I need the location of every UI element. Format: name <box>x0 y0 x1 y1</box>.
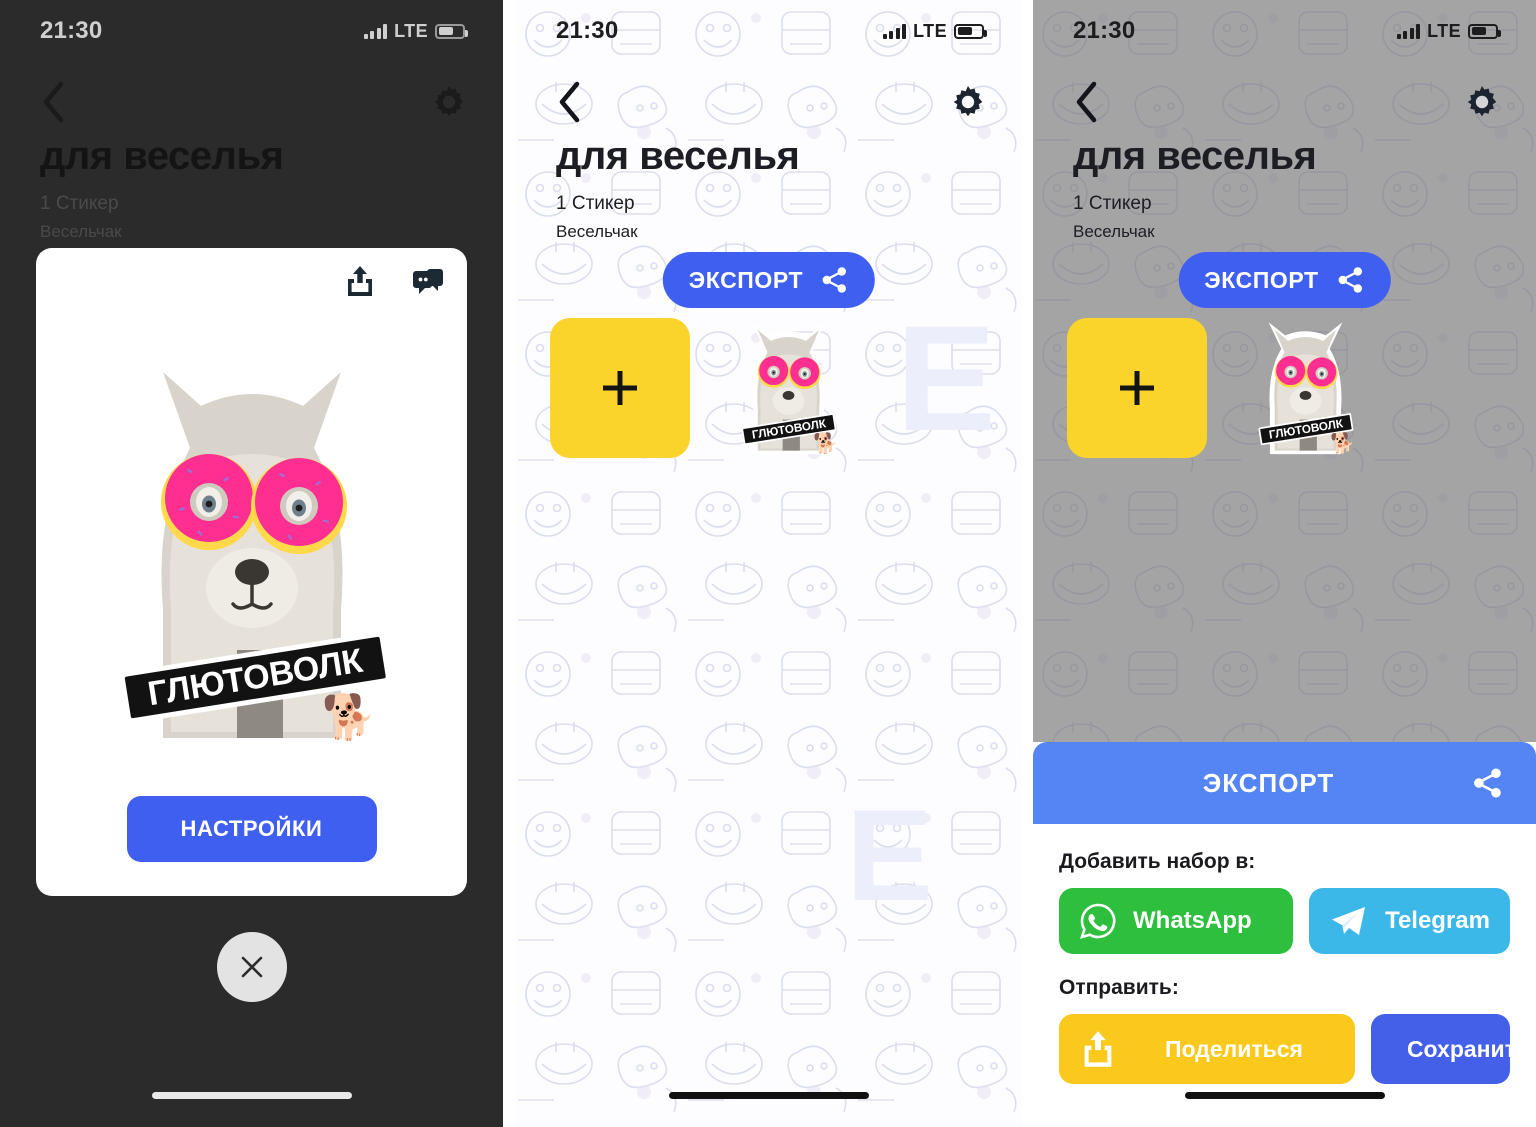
screen-sticker-detail: 21:30 LTE для веселья 1 Стикер Весельчак <box>0 0 503 1127</box>
panel-divider <box>503 0 516 1127</box>
share-nodes-icon <box>823 267 847 293</box>
gear-icon[interactable] <box>948 82 988 122</box>
share-nodes-icon <box>1474 768 1501 798</box>
nav-bar <box>0 70 503 134</box>
home-indicator <box>669 1092 869 1099</box>
sticker-thumb-emoji: 🐕 <box>1329 430 1354 454</box>
chevron-left-icon[interactable] <box>1073 80 1099 124</box>
sticker-thumb-emoji: 🐕 <box>812 430 837 454</box>
network-label: LTE <box>1427 20 1461 41</box>
send-row: Поделиться Сохрани <box>1059 1014 1510 1084</box>
sticker-grid: ГЛЮТОВОЛК 🐕 <box>1067 318 1502 458</box>
nav-bar <box>516 70 1022 134</box>
sticker-count: 1 Стикер <box>556 193 635 214</box>
status-indicators: LTE <box>1396 20 1501 42</box>
card-action-icons <box>343 264 445 298</box>
share-nodes-icon <box>1338 267 1362 293</box>
title-block: для веселья 1 Стикер Весельчак <box>40 133 463 242</box>
share-upload-icon <box>1084 1031 1112 1067</box>
export-button-label: ЭКСПОРТ <box>1204 266 1319 293</box>
close-icon <box>241 956 262 978</box>
battery-icon <box>954 23 987 39</box>
network-label: LTE <box>913 20 947 41</box>
status-time: 21:30 <box>40 17 103 44</box>
signal-bars-icon <box>363 23 388 39</box>
sticker-thumb[interactable]: ГЛЮТОВОЛК 🐕 <box>1235 318 1375 458</box>
send-label: Отправить: <box>1059 976 1179 999</box>
battery-icon <box>1468 23 1501 39</box>
plus-icon <box>603 371 637 405</box>
screen-sticker-pack-grid: E E 21:30 LTE для веселья 1 Стикер Весел… <box>516 0 1022 1127</box>
sheet-body: Добавить набор в: WhatsApp Telegram Отпр… <box>1033 824 1536 1127</box>
three-panel-screenshot: 21:30 LTE для веселья 1 Стикер Весельчак <box>0 0 1536 1127</box>
gear-icon[interactable] <box>1462 82 1502 122</box>
sticker-chat-icon[interactable] <box>411 264 445 298</box>
plus-icon <box>1120 371 1154 405</box>
signal-bars-icon <box>1396 23 1421 39</box>
export-bottom-sheet: ЭКСПОРТ Добавить набор в: WhatsApp Teleg… <box>1033 742 1536 1127</box>
pack-author: Весельчак <box>1073 222 1155 241</box>
home-indicator <box>151 1092 352 1099</box>
sheet-export-label: ЭКСПОРТ <box>1202 767 1335 798</box>
export-button[interactable]: ЭКСПОРТ <box>662 252 876 308</box>
sticker-wolf-art: ГЛЮТОВОЛК 🐕 <box>1257 321 1354 454</box>
status-bar: 21:30 LTE <box>516 0 1022 62</box>
nav-bar <box>1033 70 1536 134</box>
battery-icon <box>435 23 468 39</box>
sticker-wolf-art: ГЛЮТОВОЛК 🐕 <box>118 350 391 750</box>
svg-text:E: E <box>846 782 933 928</box>
sticker-count: 1 Стикер <box>40 193 119 214</box>
telegram-icon <box>1332 907 1366 935</box>
add-to-row: WhatsApp Telegram <box>1059 888 1510 954</box>
screen-export-sheet: 21:30 LTE для веселья 1 Стикер Весельчак… <box>1033 0 1536 1127</box>
export-button-label: ЭКСПОРТ <box>688 266 804 293</box>
title-block: для веселья 1 Стикер Весельчак <box>1073 133 1496 242</box>
sticker-grid: ГЛЮТОВОЛК 🐕 <box>550 318 988 458</box>
status-bar: 21:30 LTE <box>1033 0 1536 62</box>
panel-divider-2 <box>1022 0 1033 1127</box>
signal-bars-icon <box>882 23 907 39</box>
whatsapp-label: WhatsApp <box>1133 907 1252 934</box>
export-button[interactable]: ЭКСПОРТ <box>1178 252 1391 308</box>
chevron-left-icon[interactable] <box>40 80 66 124</box>
home-indicator <box>1184 1092 1385 1099</box>
save-photos-button[interactable]: Сохранить <box>1370 1014 1510 1084</box>
sticker-thumb[interactable]: ГЛЮТОВОЛК 🐕 <box>718 318 858 458</box>
network-label: LTE <box>394 20 428 41</box>
share-button[interactable]: Поделиться <box>1059 1014 1355 1084</box>
chevron-left-icon[interactable] <box>556 80 582 124</box>
sticker-count: 1 Стикер <box>1073 193 1152 214</box>
telegram-label: Telegram <box>1385 907 1490 934</box>
close-button[interactable] <box>216 932 287 1002</box>
page-title: для веселья <box>556 134 800 178</box>
share-button-label: Поделиться <box>1164 1035 1303 1062</box>
add-sticker-tile[interactable] <box>550 318 690 458</box>
whatsapp-button[interactable]: WhatsApp <box>1059 888 1294 954</box>
whatsapp-icon <box>1080 903 1116 939</box>
page-title: для веселья <box>1073 134 1317 178</box>
save-photos-label: Сохранить <box>1406 1035 1510 1062</box>
sticker-card: ГЛЮТОВОЛК 🐕 НАСТРОЙКИ <box>36 248 467 896</box>
status-time: 21:30 <box>556 17 619 44</box>
add-sticker-tile[interactable] <box>1067 318 1207 458</box>
sticker-emoji: 🐕 <box>321 692 376 742</box>
share-upload-icon[interactable] <box>343 264 377 298</box>
pack-author: Весельчак <box>40 222 122 241</box>
page-title: для веселья <box>40 134 284 178</box>
title-block: для веселья 1 Стикер Весельчак <box>556 133 982 242</box>
telegram-button[interactable]: Telegram <box>1309 888 1510 954</box>
sticker-preview[interactable]: ГЛЮТОВОЛК 🐕 <box>36 310 467 780</box>
status-indicators: LTE <box>882 20 987 42</box>
add-to-label: Добавить набор в: <box>1059 850 1256 873</box>
status-time: 21:30 <box>1073 17 1136 44</box>
sheet-export-header[interactable]: ЭКСПОРТ <box>1033 742 1536 824</box>
settings-button[interactable]: НАСТРОЙКИ <box>126 796 377 862</box>
gear-icon[interactable] <box>429 82 469 122</box>
status-bar: 21:30 LTE <box>0 0 503 62</box>
status-indicators: LTE <box>363 20 468 42</box>
sticker-wolf-art: ГЛЮТОВОЛК 🐕 <box>740 321 837 454</box>
pack-author: Весельчак <box>556 222 638 241</box>
